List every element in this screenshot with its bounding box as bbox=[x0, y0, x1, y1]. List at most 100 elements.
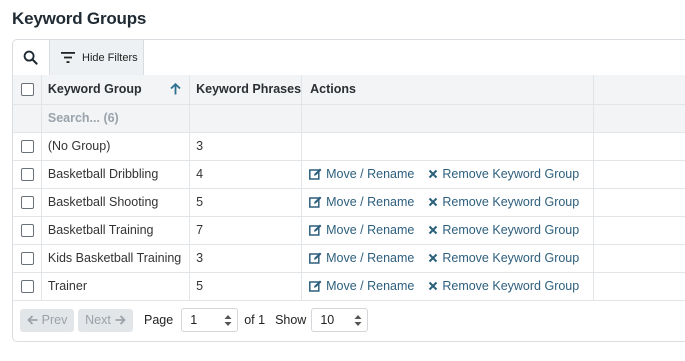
table-row[interactable]: Kids Basketball Training 3 Move / Rename… bbox=[13, 244, 685, 273]
remove-keyword-group-label: Remove Keyword Group bbox=[442, 279, 580, 293]
actions-cell: Move / Rename Remove Keyword Group bbox=[301, 188, 595, 217]
keyword-phrases-count: 5 bbox=[196, 195, 204, 209]
column-label-actions: Actions bbox=[310, 82, 356, 97]
keyword-group-name: Basketball Dribbling bbox=[47, 167, 159, 181]
select-all-checkbox[interactable] bbox=[21, 82, 34, 96]
row-select-cell bbox=[13, 160, 42, 189]
move-rename-label: Move / Rename bbox=[326, 195, 415, 209]
column-header-keyword-phrases[interactable]: Keyword Phrases bbox=[189, 75, 303, 105]
edit-icon bbox=[309, 224, 322, 236]
table-header-row: Keyword Group Keyword Phrases Actions bbox=[13, 75, 685, 105]
column-label-keyword-phrases: Keyword Phrases bbox=[196, 82, 302, 97]
table-row[interactable]: Basketball Dribbling 4 Move / Rename Rem… bbox=[13, 160, 685, 189]
actions-cell: Move / Rename Remove Keyword Group bbox=[301, 160, 595, 189]
keyword-group-name: Basketball Shooting bbox=[47, 195, 159, 209]
prev-label: Prev bbox=[41, 313, 68, 327]
hide-filters-label: Hide Filters bbox=[82, 51, 138, 64]
pagination-bar: Prev Next Page 1 of 1 Show 10 bbox=[13, 306, 685, 334]
row-spacer-cell bbox=[593, 272, 685, 301]
filter-cell-empty bbox=[13, 104, 42, 133]
row-spacer-cell bbox=[593, 244, 685, 273]
row-spacer-cell bbox=[593, 160, 685, 189]
remove-keyword-group-label: Remove Keyword Group bbox=[442, 223, 580, 237]
move-rename-label: Move / Rename bbox=[326, 279, 415, 293]
select-all-cell bbox=[13, 75, 42, 105]
row-spacer-cell bbox=[593, 132, 685, 161]
keyword-phrases-cell: 5 bbox=[189, 272, 303, 301]
search-button[interactable] bbox=[13, 40, 48, 75]
keyword-phrases-count: 3 bbox=[196, 251, 204, 265]
remove-keyword-group-label: Remove Keyword Group bbox=[442, 167, 580, 181]
edit-icon bbox=[309, 252, 322, 264]
edit-icon bbox=[309, 196, 322, 208]
page-number-value: 1 bbox=[190, 313, 198, 327]
row-checkbox[interactable] bbox=[21, 223, 34, 237]
remove-keyword-group-link[interactable]: Remove Keyword Group bbox=[428, 195, 579, 209]
row-checkbox[interactable] bbox=[21, 167, 34, 181]
keyword-groups-panel: Hide Filters Keyword Group Keyword Phras… bbox=[12, 39, 685, 342]
column-label-keyword-group: Keyword Group bbox=[47, 82, 142, 97]
hide-filters-button[interactable]: Hide Filters bbox=[49, 40, 144, 75]
remove-keyword-group-link[interactable]: Remove Keyword Group bbox=[428, 251, 579, 265]
row-select-cell bbox=[13, 188, 42, 217]
row-checkbox[interactable] bbox=[21, 139, 34, 153]
stepper-arrows-icon bbox=[354, 314, 362, 327]
arrow-right-icon bbox=[115, 315, 126, 325]
move-rename-link[interactable]: Move / Rename bbox=[309, 251, 414, 265]
move-rename-link[interactable]: Move / Rename bbox=[309, 167, 414, 181]
table-row[interactable]: Trainer 5 Move / Rename Remove Keyword G… bbox=[13, 272, 685, 301]
move-rename-label: Move / Rename bbox=[326, 223, 415, 237]
actions-cell: Move / Rename Remove Keyword Group bbox=[301, 272, 595, 301]
row-checkbox[interactable] bbox=[21, 251, 34, 265]
move-rename-label: Move / Rename bbox=[326, 167, 415, 181]
show-label: Show bbox=[275, 313, 307, 327]
actions-cell: Move / Rename Remove Keyword Group bbox=[301, 244, 595, 273]
edit-icon bbox=[309, 280, 322, 292]
next-page-button[interactable]: Next bbox=[78, 308, 133, 332]
keyword-phrases-cell: 7 bbox=[189, 216, 303, 245]
remove-keyword-group-label: Remove Keyword Group bbox=[442, 251, 580, 265]
row-select-cell bbox=[13, 244, 42, 273]
move-rename-link[interactable]: Move / Rename bbox=[309, 279, 414, 293]
remove-keyword-group-link[interactable]: Remove Keyword Group bbox=[428, 167, 579, 181]
keyword-groups-table: Keyword Group Keyword Phrases Actions Se… bbox=[13, 75, 685, 301]
table-row[interactable]: Basketball Shooting 5 Move / Rename Remo… bbox=[13, 188, 685, 217]
prev-page-button[interactable]: Prev bbox=[20, 308, 74, 332]
keyword-phrases-cell: 3 bbox=[189, 132, 303, 161]
row-checkbox[interactable] bbox=[21, 195, 34, 209]
keyword-group-cell: Trainer bbox=[41, 272, 191, 301]
column-header-keyword-group[interactable]: Keyword Group bbox=[41, 75, 191, 105]
keyword-group-cell: (No Group) bbox=[41, 132, 191, 161]
row-spacer-cell bbox=[593, 216, 685, 245]
page-size-value: 10 bbox=[320, 313, 335, 327]
keyword-group-filter-input[interactable]: Search... (6) bbox=[41, 104, 191, 133]
keyword-phrases-count: 4 bbox=[196, 167, 204, 181]
page-size-select[interactable]: 10 bbox=[311, 308, 369, 332]
remove-keyword-group-link[interactable]: Remove Keyword Group bbox=[428, 279, 579, 293]
table-row[interactable]: Basketball Training 7 Move / Rename Remo… bbox=[13, 216, 685, 245]
table-row[interactable]: (No Group) 3 bbox=[13, 132, 685, 161]
keyword-phrases-count: 5 bbox=[196, 279, 204, 293]
close-icon bbox=[428, 169, 438, 179]
sort-ascending-icon[interactable] bbox=[170, 83, 181, 95]
row-spacer-cell bbox=[593, 188, 685, 217]
actions-cell: Move / Rename Remove Keyword Group bbox=[301, 216, 595, 245]
row-select-cell bbox=[13, 272, 42, 301]
keyword-group-name: Kids Basketball Training bbox=[47, 251, 182, 265]
keyword-phrases-cell: 4 bbox=[189, 160, 303, 189]
remove-keyword-group-link[interactable]: Remove Keyword Group bbox=[428, 223, 579, 237]
filter-cell-actions bbox=[301, 104, 595, 133]
page-label: Page bbox=[144, 313, 174, 327]
close-icon bbox=[428, 225, 438, 235]
page-title: Keyword Groups bbox=[12, 9, 147, 28]
move-rename-link[interactable]: Move / Rename bbox=[309, 195, 414, 209]
keyword-group-name: Basketball Training bbox=[47, 223, 154, 237]
row-checkbox[interactable] bbox=[21, 279, 34, 293]
page-number-input[interactable]: 1 bbox=[181, 308, 239, 332]
close-icon bbox=[428, 197, 438, 207]
filter-cell-spacer bbox=[593, 104, 685, 133]
keyword-phrases-cell: 5 bbox=[189, 188, 303, 217]
keyword-group-filter-placeholder: Search... (6) bbox=[47, 111, 119, 125]
keyword-group-cell: Basketball Shooting bbox=[41, 188, 191, 217]
move-rename-link[interactable]: Move / Rename bbox=[309, 223, 414, 237]
